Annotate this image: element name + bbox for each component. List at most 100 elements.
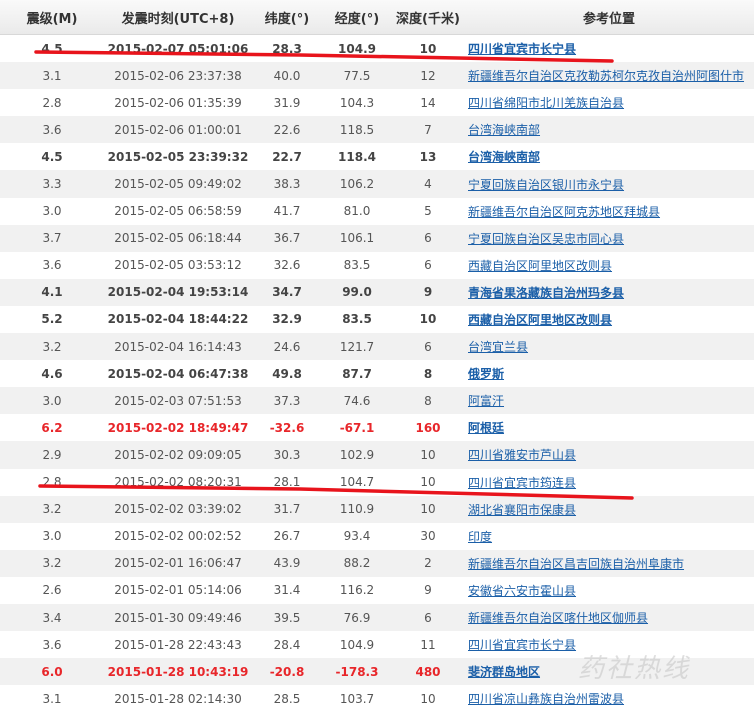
- cell-location: 安徽省六安市霍山县: [464, 577, 754, 604]
- header-longitude: 经度(°): [334, 11, 380, 27]
- location-link[interactable]: 阿根廷: [468, 419, 504, 436]
- location-link[interactable]: 新疆维吾尔自治区阿克苏地区拜城县: [468, 203, 660, 220]
- cell-longitude: 104.3: [339, 95, 375, 110]
- cell-magnitude: 2.9: [42, 447, 62, 462]
- cell-latitude: 22.7: [272, 149, 302, 164]
- location-link[interactable]: 四川省绵阳市北川羌族自治县: [468, 94, 624, 111]
- cell-longitude: 83.5: [343, 258, 371, 273]
- table-header: 震级(M) 发震时刻(UTC+8) 纬度(°) 经度(°) 深度(千米) 参考位…: [0, 0, 754, 35]
- cell-time: 2015-02-06 23:37:38: [114, 68, 242, 83]
- location-link[interactable]: 新疆维吾尔自治区昌吉回族自治州阜康市: [468, 555, 684, 572]
- location-link[interactable]: 四川省宜宾市长宁县: [468, 636, 576, 653]
- cell-latitude: 32.6: [273, 258, 301, 273]
- cell-magnitude: 4.1: [41, 285, 63, 300]
- location-link[interactable]: 宁夏回族自治区银川市永宁县: [468, 176, 624, 193]
- location-link[interactable]: 俄罗斯: [468, 365, 504, 382]
- cell-location: 湖北省襄阳市保康县: [464, 496, 754, 523]
- cell-depth: 12: [420, 68, 436, 83]
- location-link[interactable]: 西藏自治区阿里地区改则县: [468, 311, 612, 328]
- cell-magnitude: 3.1: [42, 68, 62, 83]
- cell-depth: 6: [424, 258, 432, 273]
- cell-latitude: 34.7: [272, 285, 302, 300]
- cell-longitude: 88.2: [343, 556, 371, 571]
- cell-magnitude: 3.7: [42, 231, 62, 246]
- cell-location: 新疆维吾尔自治区克孜勒苏柯尔克孜自治州阿图什市: [464, 62, 754, 89]
- cell-longitude: 77.5: [343, 68, 371, 83]
- location-link[interactable]: 青海省果洛藏族自治州玛多县: [468, 284, 624, 301]
- cell-latitude: -20.8: [269, 664, 305, 679]
- cell-longitude: 102.9: [339, 447, 375, 462]
- cell-location: 俄罗斯: [464, 360, 754, 387]
- cell-location: 四川省雅安市芦山县: [464, 441, 754, 468]
- cell-depth: 10: [420, 447, 436, 462]
- header-location: 参考位置: [582, 11, 635, 27]
- table-row: 3.0 2015-02-03 07:51:53 37.3 74.6 8 阿富汗: [0, 387, 754, 415]
- location-link[interactable]: 印度: [468, 528, 492, 545]
- cell-time: 2015-02-05 03:53:12: [114, 258, 242, 273]
- cell-depth: 6: [424, 231, 432, 246]
- cell-latitude: 24.6: [273, 339, 301, 354]
- cell-longitude: 87.7: [342, 366, 372, 381]
- location-link[interactable]: 四川省雅安市芦山县: [468, 446, 576, 463]
- location-link[interactable]: 台湾海峡南部: [468, 121, 540, 138]
- table-row: 3.1 2015-02-06 23:37:38 40.0 77.5 12 新疆维吾尔自治区…: [0, 62, 754, 90]
- location-link[interactable]: 台湾宜兰县: [468, 338, 528, 355]
- table-row: 3.6 2015-02-06 01:00:01 22.6 118.5 7 台湾海峡南部: [0, 116, 754, 144]
- location-link[interactable]: 新疆维吾尔自治区喀什地区伽师县: [468, 609, 648, 626]
- cell-time: 2015-02-04 18:44:22: [107, 312, 249, 327]
- cell-location: 西藏自治区阿里地区改则县: [464, 306, 754, 333]
- cell-time: 2015-02-01 16:06:47: [114, 556, 242, 571]
- cell-location: 台湾宜兰县: [464, 333, 754, 360]
- location-link[interactable]: 新疆维吾尔自治区克孜勒苏柯尔克孜自治州阿图什市: [468, 67, 744, 84]
- location-link[interactable]: 安徽省六安市霍山县: [468, 582, 576, 599]
- cell-location: 宁夏回族自治区银川市永宁县: [464, 170, 754, 197]
- cell-depth: 160: [415, 420, 441, 435]
- location-link[interactable]: 湖北省襄阳市保康县: [468, 501, 576, 518]
- location-link[interactable]: 宁夏回族自治区吴忠市同心县: [468, 230, 624, 247]
- earthquake-table: 震级(M) 发震时刻(UTC+8) 纬度(°) 经度(°) 深度(千米) 参考位…: [0, 0, 754, 712]
- cell-latitude: -32.6: [269, 420, 305, 435]
- cell-time: 2015-02-02 08:20:31: [114, 475, 242, 490]
- cell-location: 四川省绵阳市北川羌族自治县: [464, 89, 754, 116]
- location-link[interactable]: 四川省宜宾市长宁县: [468, 40, 576, 57]
- cell-latitude: 31.4: [273, 583, 301, 598]
- cell-depth: 8: [423, 366, 433, 381]
- cell-longitude: 81.0: [343, 204, 371, 219]
- cell-longitude: 106.2: [339, 177, 375, 192]
- cell-time: 2015-02-01 05:14:06: [114, 583, 242, 598]
- cell-latitude: 22.6: [273, 122, 301, 137]
- cell-longitude: 74.6: [343, 393, 371, 408]
- cell-magnitude: 2.8: [42, 95, 62, 110]
- table-row: 4.6 2015-02-04 06:47:38 49.8 87.7 8 俄罗斯: [0, 360, 754, 388]
- cell-depth: 7: [424, 122, 432, 137]
- cell-time: 2015-02-05 06:58:59: [114, 204, 242, 219]
- cell-magnitude: 5.2: [41, 312, 63, 327]
- cell-time: 2015-02-05 23:39:32: [107, 149, 249, 164]
- cell-location: 印度: [464, 523, 754, 550]
- table-row: 3.6 2015-02-05 03:53:12 32.6 83.5 6 西藏自治区阿里地区…: [0, 251, 754, 279]
- cell-magnitude: 3.6: [42, 637, 62, 652]
- cell-latitude: 28.4: [273, 637, 301, 652]
- cell-longitude: 76.9: [343, 610, 371, 625]
- location-link[interactable]: 四川省凉山彝族自治州雷波县: [468, 690, 624, 707]
- watermark: 药社热线: [578, 654, 691, 684]
- cell-location: 阿根廷: [464, 414, 754, 441]
- cell-latitude: 38.3: [273, 177, 301, 192]
- cell-magnitude: 6.2: [41, 420, 63, 435]
- cell-longitude: 110.9: [339, 502, 375, 517]
- cell-depth: 9: [423, 285, 433, 300]
- cell-magnitude: 4.5: [41, 41, 63, 56]
- cell-location: 西藏自治区阿里地区改则县: [464, 252, 754, 279]
- location-link[interactable]: 阿富汗: [468, 392, 504, 409]
- cell-magnitude: 3.2: [42, 339, 62, 354]
- location-link[interactable]: 西藏自治区阿里地区改则县: [468, 257, 612, 274]
- cell-depth: 10: [419, 41, 437, 56]
- location-link[interactable]: 四川省宜宾市筠连县: [468, 474, 576, 491]
- location-link[interactable]: 斐济群岛地区: [468, 663, 540, 680]
- cell-latitude: 28.1: [273, 475, 301, 490]
- cell-time: 2015-02-02 09:09:05: [114, 447, 242, 462]
- header-magnitude: 震级(M): [26, 11, 78, 27]
- cell-depth: 14: [420, 95, 436, 110]
- location-link[interactable]: 台湾海峡南部: [468, 148, 540, 165]
- cell-latitude: 36.7: [273, 231, 301, 246]
